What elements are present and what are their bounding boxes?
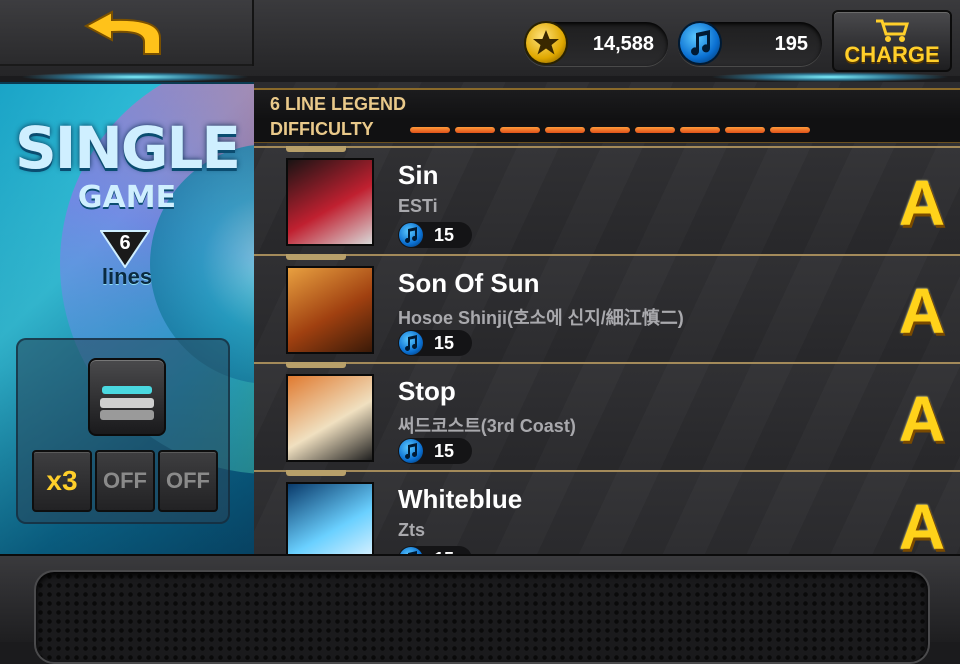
difficulty-segment [455,127,495,133]
song-row[interactable]: Sin ESTi 15 A [254,146,960,254]
music-note-icon [399,223,423,247]
difficulty-segment [590,127,630,133]
difficulty-label: DIFFICULTY [270,119,374,139]
speed-multiplier-button[interactable]: x3 [32,450,92,512]
mode-panel: SINGLE GAME 6 lines x3 OFF OFF [0,82,254,556]
difficulty-segment [545,127,585,133]
song-title: Son Of Sun [398,268,540,298]
bottom-speaker-grille [34,570,930,664]
pack-title: 6 LINE LEGEND [270,94,407,114]
note-count: 195 [774,33,808,55]
song-artist: ESTi [398,196,438,216]
song-level-badge: 15 [398,330,472,356]
song-level: 15 [434,441,455,461]
mode-title: SINGLE [14,114,241,182]
song-level: 15 [434,333,455,353]
speed-setting-button[interactable] [88,358,166,436]
song-grade: A [898,275,946,347]
song-artist: Zts [398,520,425,540]
music-note-icon [399,439,423,463]
song-grade: A [898,491,946,554]
bottom-bar [0,554,960,664]
album-cover [286,158,374,246]
music-note-icon [680,23,720,63]
song-level: 15 [434,225,455,245]
difficulty-segment [500,127,540,133]
coin-count: 14,588 [592,33,654,55]
difficulty-segment [635,127,675,133]
song-row[interactable]: Son Of Sun Hosoe Shinji(호소에 신지/細江慎二) 15 A [254,254,960,362]
charge-button[interactable]: CHARGE [832,10,952,72]
option-toggle-3[interactable]: OFF [158,450,218,512]
music-note-icon [399,331,423,355]
album-cover [286,266,374,354]
song-level-badge: 15 [398,546,472,554]
song-list[interactable]: 6 LINE LEGEND DIFFICULTY Sin ESTi 15 A Son O… [254,82,960,554]
lines-label: lines [101,264,153,289]
song-level-badge: 15 [398,438,472,464]
difficulty-segment [770,127,810,133]
song-title: Stop [398,376,456,406]
difficulty-header: DIFFICULTY [254,118,960,143]
lines-count: 6 [119,232,131,254]
coin-balance: 14,588 [524,22,668,66]
star-coin-icon [526,23,566,63]
glow-strip-right [710,72,950,82]
song-row[interactable]: Stop 써드코스트(3rd Coast) 15 A [254,362,960,470]
top-bar: 14,588 195 CHARGE [0,0,960,76]
song-title: Whiteblue [398,484,523,514]
difficulty-segment [680,127,720,133]
song-level-badge: 15 [398,222,472,248]
pack-header: 6 LINE LEGEND [254,88,960,121]
song-artist: 써드코스트(3rd Coast) [398,416,576,436]
album-cover [286,482,374,554]
music-note-icon [399,547,423,554]
back-button[interactable] [0,0,254,66]
lines-badge: 6 [99,230,151,269]
difficulty-segment [725,127,765,133]
song-artist: Hosoe Shinji(호소에 신지/細江慎二) [398,308,684,328]
note-balance: 195 [678,22,822,66]
options-panel: x3 OFF OFF [16,338,230,524]
difficulty-segment [410,127,450,133]
glow-strip-left [20,72,250,82]
charge-label: CHARGE [844,42,940,67]
album-cover [286,374,374,462]
song-grade: A [898,167,946,239]
note-speed-icon [100,386,154,420]
song-grade: A [898,383,946,455]
mode-subtitle: GAME [77,180,177,215]
back-arrow-icon [83,10,161,55]
shopping-cart-icon [876,19,910,42]
option-toggle-2[interactable]: OFF [95,450,155,512]
song-title: Sin [398,160,439,190]
song-row[interactable]: Whiteblue Zts 15 A [254,470,960,554]
